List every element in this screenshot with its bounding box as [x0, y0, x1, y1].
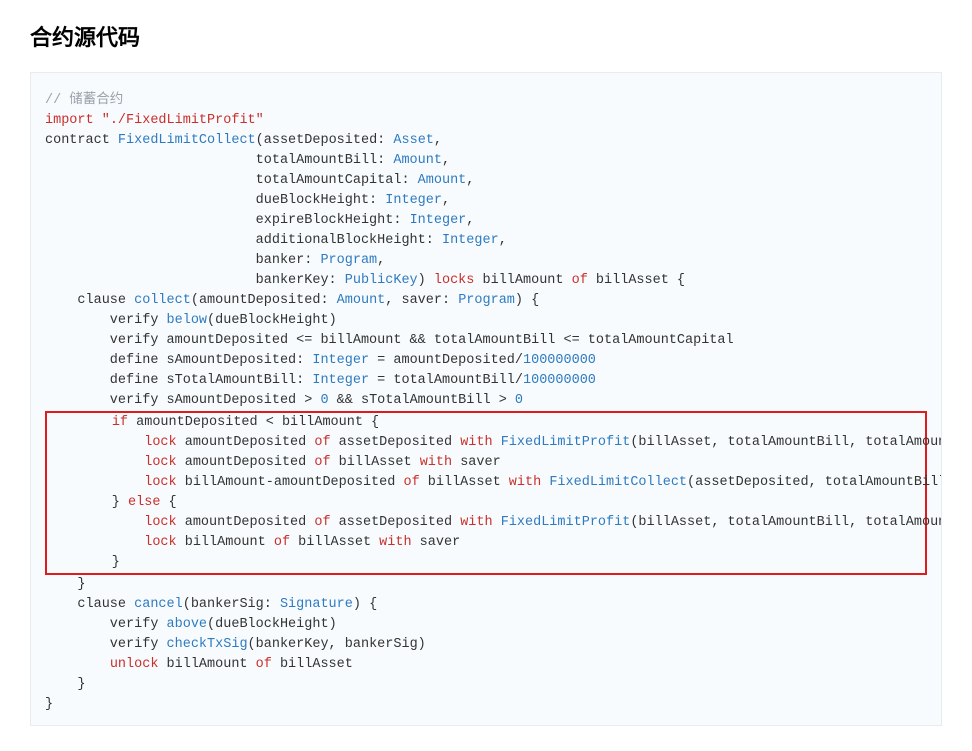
code-line: clause collect(amountDeposited: Amount, …	[45, 291, 927, 311]
code-lines-before-highlight: // 储蓄合约import "./FixedLimitProfit"contra…	[45, 91, 927, 411]
code-line: } else {	[47, 493, 925, 513]
page-title: 合约源代码	[30, 20, 942, 52]
code-line: expireBlockHeight: Integer,	[45, 211, 927, 231]
code-line: }	[45, 695, 927, 715]
code-line: import "./FixedLimitProfit"	[45, 111, 927, 131]
code-line: verify sAmountDeposited > 0 && sTotalAmo…	[45, 391, 927, 411]
code-line: // 储蓄合约	[45, 91, 927, 111]
code-line: define sTotalAmountBill: Integer = total…	[45, 371, 927, 391]
code-line: lock amountDeposited of assetDeposited w…	[47, 433, 925, 453]
code-line: verify below(dueBlockHeight)	[45, 311, 927, 331]
code-line: dueBlockHeight: Integer,	[45, 191, 927, 211]
code-line: }	[47, 553, 925, 573]
code-line: lock billAmount of billAsset with saver	[47, 533, 925, 553]
code-line: totalAmountCapital: Amount,	[45, 171, 927, 191]
code-line: unlock billAmount of billAsset	[45, 655, 927, 675]
code-line: if amountDeposited < billAmount {	[47, 413, 925, 433]
code-line: lock amountDeposited of assetDeposited w…	[47, 513, 925, 533]
code-line: verify above(dueBlockHeight)	[45, 615, 927, 635]
code-line: verify amountDeposited <= billAmount && …	[45, 331, 927, 351]
code-line: additionalBlockHeight: Integer,	[45, 231, 927, 251]
code-line: }	[45, 575, 927, 595]
highlighted-code-region: if amountDeposited < billAmount { lock a…	[45, 411, 927, 575]
code-line: verify checkTxSig(bankerKey, bankerSig)	[45, 635, 927, 655]
code-line: define sAmountDeposited: Integer = amoun…	[45, 351, 927, 371]
code-lines-after-highlight: } clause cancel(bankerSig: Signature) { …	[45, 575, 927, 715]
code-block[interactable]: // 储蓄合约import "./FixedLimitProfit"contra…	[30, 72, 942, 726]
code-line: clause cancel(bankerSig: Signature) {	[45, 595, 927, 615]
code-line: lock amountDeposited of billAsset with s…	[47, 453, 925, 473]
code-line: }	[45, 675, 927, 695]
code-line: totalAmountBill: Amount,	[45, 151, 927, 171]
code-scroll: // 储蓄合约import "./FixedLimitProfit"contra…	[45, 91, 927, 715]
code-line: banker: Program,	[45, 251, 927, 271]
code-line: bankerKey: PublicKey) locks billAmount o…	[45, 271, 927, 291]
code-line: contract FixedLimitCollect(assetDeposite…	[45, 131, 927, 151]
code-line: lock billAmount-amountDeposited of billA…	[47, 473, 925, 493]
